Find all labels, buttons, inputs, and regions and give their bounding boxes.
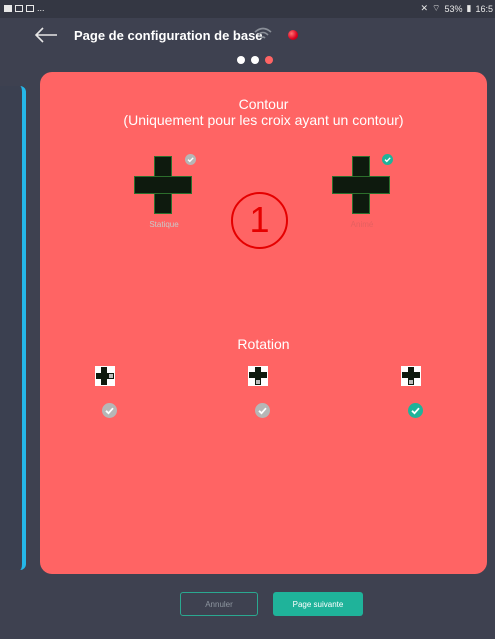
cross-rotated-icon [95,366,115,386]
signal-icon: ⌔ [432,3,441,13]
config-card: Contour (Uniquement pour les croix ayant… [40,72,487,574]
check-icon [255,403,270,418]
contour-option-static-label: Statique [149,220,179,229]
check-icon [185,154,196,165]
cross-static-icon [134,156,192,214]
check-selected-icon [408,403,423,418]
status-notifications: ... [4,3,45,13]
previous-page-peek[interactable] [0,86,26,570]
check-selected-icon [382,154,393,165]
status-system: ✕ ⌔ 53% ▮ 16:5 [420,3,493,14]
cross-upright-icon [248,366,268,386]
contour-title: Contour [238,96,289,112]
rotation-title: Rotation [237,336,290,352]
contour-option-animated-label: Animé [350,220,374,229]
contour-subtitle: (Uniquement pour les croix ayant un cont… [123,112,404,128]
page-title: Page de configuration de base [74,28,263,43]
wifi-icon [254,27,272,39]
cross-upright-icon [401,366,421,386]
gallery-icon [4,4,12,12]
check-icon [102,403,117,418]
clock: 16:5 [475,3,493,14]
app-bar: Page de configuration de base [0,18,495,52]
cast-icon [15,4,23,12]
page-indicator [237,56,273,64]
status-bar: ... ✕ ⌔ 53% ▮ 16:5 [0,0,495,18]
back-arrow-icon[interactable] [34,26,58,44]
status-more-text: ... [37,3,45,13]
cancel-button[interactable]: Annuler [180,592,258,616]
contour-heading: Contour (Uniquement pour les croix ayant… [40,96,487,128]
image-icon [26,4,34,12]
mute-icon: ✕ [420,3,429,13]
page-dot [237,56,245,64]
next-page-button[interactable]: Page suivante [273,592,363,616]
connection-status-dot [288,30,298,40]
annotation-marker: 1 [231,192,288,249]
battery-icon: ▮ [466,3,472,13]
battery-percent: 53% [444,3,463,14]
page-dot [251,56,259,64]
page-dot-active [265,56,273,64]
